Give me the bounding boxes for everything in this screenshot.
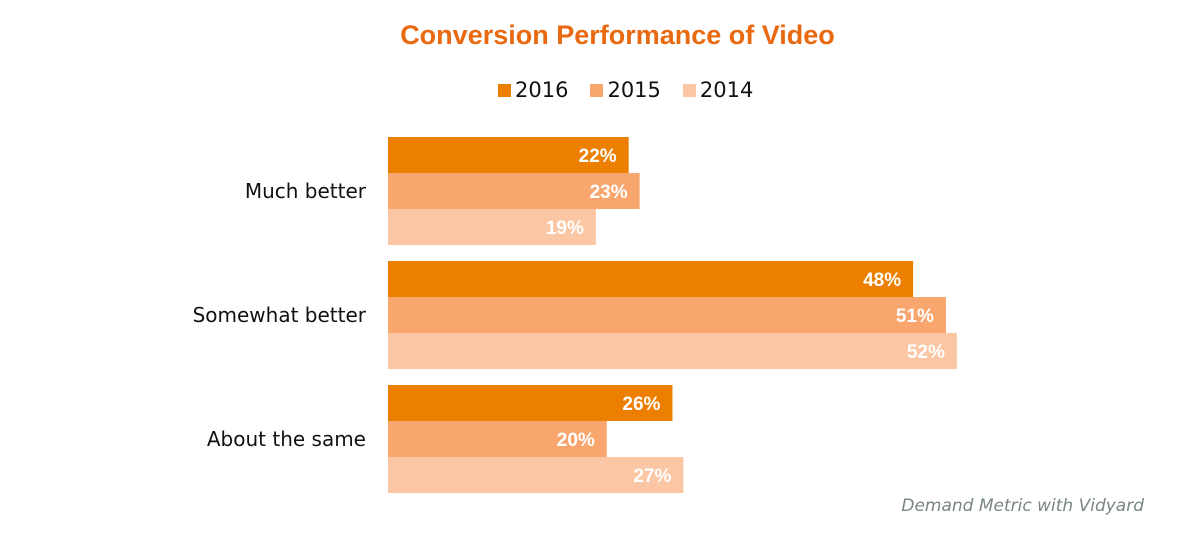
data-label-2016: 22% — [579, 146, 617, 167]
category-label: Much better — [245, 179, 367, 203]
category-group-somewhat-better: Somewhat better 48% 51% 52% — [193, 261, 957, 369]
data-label-2014: 52% — [907, 342, 945, 363]
bar-chart: Much better 22% 23% 19% Somewhat better 48% 51… — [193, 137, 957, 493]
category-group-about-the-same: About the same 26% 20% 27% — [207, 385, 684, 493]
data-label-2015: 20% — [557, 430, 595, 451]
bar-2014 — [388, 333, 957, 369]
category-label: Somewhat better — [193, 303, 367, 327]
data-label-2014: 19% — [546, 218, 584, 239]
source-note: Demand Metric with Vidyard — [901, 496, 1144, 516]
category-label: About the same — [207, 427, 366, 451]
bar-2016 — [388, 261, 914, 297]
category-group-much-better: Much better 22% 23% 19% — [245, 137, 640, 245]
data-label-2016: 26% — [622, 394, 660, 415]
data-label-2016: 48% — [863, 270, 901, 291]
data-label-2014: 27% — [633, 466, 671, 487]
bar-2015 — [388, 297, 946, 333]
data-label-2015: 51% — [896, 306, 934, 327]
data-label-2015: 23% — [590, 182, 628, 203]
